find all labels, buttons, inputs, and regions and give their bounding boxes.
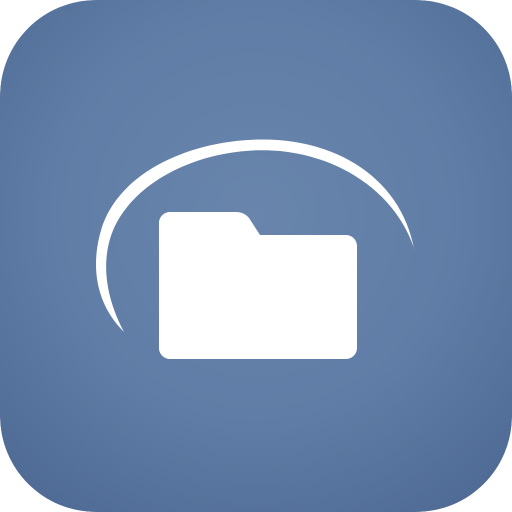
folder-icon bbox=[159, 212, 357, 359]
icon-stage bbox=[0, 0, 512, 512]
app-icon[interactable] bbox=[0, 0, 512, 512]
